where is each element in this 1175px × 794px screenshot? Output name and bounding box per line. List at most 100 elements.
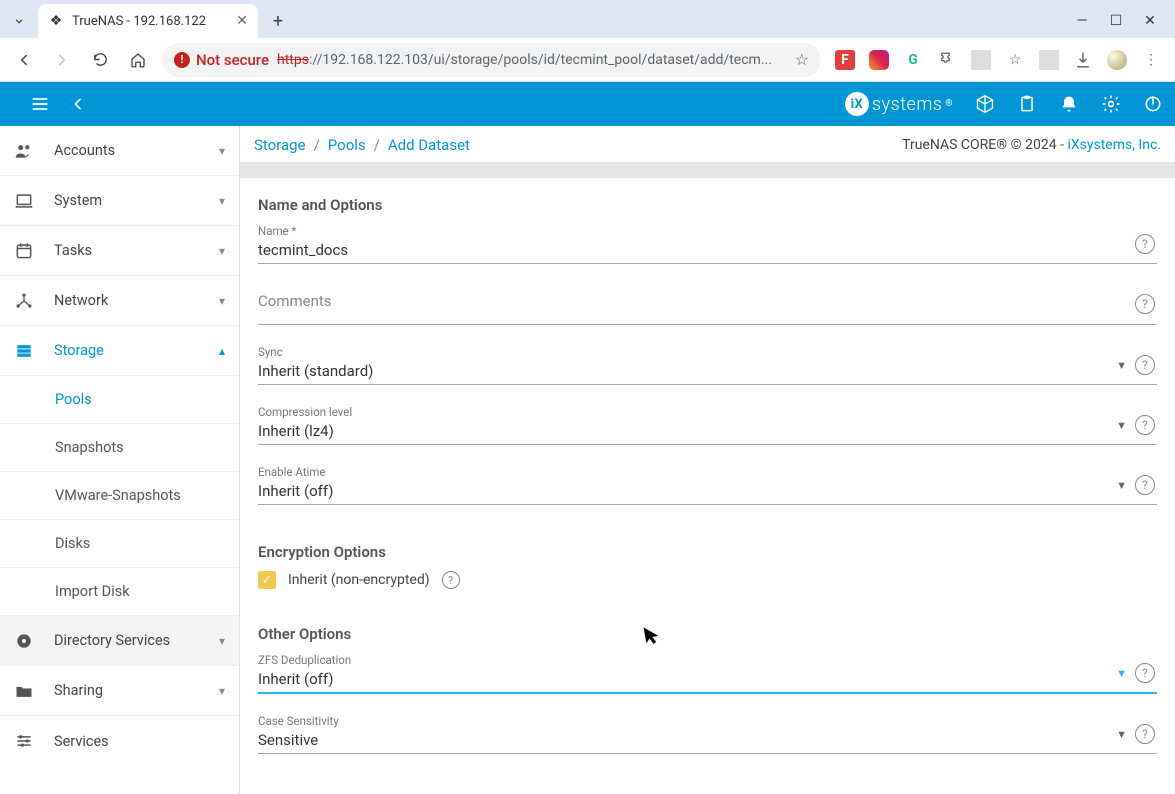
- cube-icon: [975, 94, 995, 114]
- ixsystems-logo[interactable]: iX systems®: [845, 92, 953, 116]
- field-label: Enable Atime: [258, 465, 1127, 479]
- settings-button[interactable]: [1101, 94, 1121, 114]
- help-icon[interactable]: ?: [1135, 294, 1155, 314]
- dedup-field[interactable]: ZFS Deduplication Inherit (off) ▼ ?: [258, 653, 1157, 694]
- clipboard-icon: [1017, 94, 1037, 114]
- laptop-icon: [14, 191, 36, 211]
- help-icon[interactable]: ?: [1135, 234, 1155, 254]
- comments-field[interactable]: Comments ?: [258, 284, 1157, 325]
- extensions-button[interactable]: [937, 50, 957, 70]
- address-bar[interactable]: ! Not secure https://192.168.122.103/ui/…: [162, 43, 821, 77]
- chevron-up-icon: ▴: [219, 344, 225, 358]
- browser-menu-button[interactable]: ⋮: [1141, 50, 1161, 70]
- sidebar-item-label: Network: [54, 292, 201, 309]
- atime-field[interactable]: Enable Atime Inherit (off) ▼ ?: [258, 465, 1157, 505]
- bell-icon: [1059, 94, 1079, 114]
- compression-field[interactable]: Compression level Inherit (lz4) ▼ ?: [258, 405, 1157, 445]
- profile-avatar[interactable]: [1107, 50, 1127, 70]
- power-button[interactable]: [1143, 94, 1163, 114]
- forward-button[interactable]: [48, 46, 76, 74]
- tab-search-dropdown[interactable]: [6, 8, 32, 34]
- sidebar-item-tasks[interactable]: Tasks ▾: [0, 226, 239, 276]
- help-icon[interactable]: ?: [1135, 355, 1155, 375]
- chevron-left-icon: [70, 96, 86, 112]
- checkbox-label: Inherit (non-encrypted): [288, 572, 430, 588]
- breadcrumb-pools[interactable]: Pools: [328, 136, 366, 154]
- reload-button[interactable]: [86, 46, 114, 74]
- bookmarks-list-button[interactable]: ☆: [1005, 50, 1025, 70]
- new-tab-button[interactable]: +: [264, 7, 292, 35]
- sidebar-sub-import-disk[interactable]: Import Disk: [0, 568, 239, 616]
- network-icon: [14, 291, 36, 311]
- help-icon[interactable]: ?: [1135, 415, 1155, 435]
- flipboard-extension-icon[interactable]: F: [835, 50, 855, 70]
- chevron-down-icon: ▾: [219, 634, 225, 648]
- home-button[interactable]: [124, 46, 152, 74]
- name-input[interactable]: tecmint_docs: [258, 238, 1127, 263]
- sidebar-sub-disks[interactable]: Disks: [0, 520, 239, 568]
- sidebar-item-network[interactable]: Network ▾: [0, 276, 239, 326]
- dedup-select[interactable]: Inherit (off): [258, 667, 1127, 692]
- help-icon[interactable]: ?: [442, 571, 460, 589]
- help-icon[interactable]: ?: [1135, 724, 1155, 744]
- nav-back-button[interactable]: [70, 96, 86, 112]
- compression-select[interactable]: Inherit (lz4): [258, 419, 1127, 444]
- sidebar-item-directory-services[interactable]: Directory Services ▾: [0, 616, 239, 666]
- sidebar-item-label: Storage: [54, 342, 201, 359]
- form-area: Name and Options Name * tecmint_docs ? C…: [240, 178, 1175, 794]
- case-select[interactable]: Sensitive: [258, 728, 1127, 753]
- grammarly-extension-icon[interactable]: G: [903, 50, 923, 70]
- breadcrumb: Storage / Pools / Add Dataset TrueNAS CO…: [240, 126, 1175, 162]
- ixsystems-link[interactable]: iXsystems, Inc.: [1067, 137, 1161, 153]
- name-field[interactable]: Name * tecmint_docs ?: [258, 224, 1157, 264]
- atime-select[interactable]: Inherit (off): [258, 479, 1127, 504]
- chevron-down-icon: ▾: [219, 244, 225, 258]
- sidebar-sub-vmware-snapshots[interactable]: VMware-Snapshots: [0, 472, 239, 520]
- logo-badge-icon: iX: [845, 92, 869, 116]
- help-icon[interactable]: ?: [1135, 475, 1155, 495]
- menu-toggle-button[interactable]: [30, 94, 50, 114]
- sync-select[interactable]: Inherit (standard): [258, 359, 1127, 384]
- window-close-button[interactable]: ✕: [1141, 13, 1159, 29]
- alerts-button[interactable]: [1059, 94, 1079, 114]
- folder-share-icon: [14, 681, 36, 701]
- tab-close-button[interactable]: ✕: [236, 13, 248, 29]
- sidebar-item-label: Directory Services: [54, 632, 201, 649]
- inherit-encryption-checkbox[interactable]: ✓: [258, 571, 276, 589]
- case-sensitivity-field[interactable]: Case Sensitivity Sensitive ▼ ?: [258, 714, 1157, 754]
- sync-field[interactable]: Sync Inherit (standard) ▼ ?: [258, 345, 1157, 385]
- inherit-encryption-row: ✓ Inherit (non-encrypted) ?: [258, 571, 1157, 589]
- instagram-extension-icon[interactable]: [869, 50, 889, 70]
- bookmark-button[interactable]: ☆: [795, 50, 809, 69]
- tab-strip: ❖ TrueNAS - 192.168.122 ✕ + — ☐ ✕: [0, 0, 1175, 38]
- sidebar-sub-pools[interactable]: Pools: [0, 376, 239, 424]
- truecommand-button[interactable]: [975, 94, 995, 114]
- sidebar-item-storage[interactable]: Storage ▴: [0, 326, 239, 376]
- security-indicator[interactable]: ! Not secure: [174, 51, 269, 69]
- sidebar-item-sharing[interactable]: Sharing ▾: [0, 666, 239, 716]
- field-label: Case Sensitivity: [258, 714, 1127, 728]
- calendar-icon: [14, 241, 36, 261]
- reload-icon: [92, 51, 109, 68]
- help-icon[interactable]: ?: [1135, 663, 1155, 683]
- browser-chrome: ❖ TrueNAS - 192.168.122 ✕ + — ☐ ✕ ! Not …: [0, 0, 1175, 82]
- sidebar-item-services[interactable]: Services: [0, 716, 239, 766]
- gear-icon: [1101, 94, 1121, 114]
- section-title-name-options: Name and Options: [258, 196, 1157, 214]
- sidebar-sub-snapshots[interactable]: Snapshots: [0, 424, 239, 472]
- sidebar-item-system[interactable]: System ▾: [0, 176, 239, 226]
- sidebar-item-label: Services: [54, 733, 225, 750]
- window-minimize-button[interactable]: —: [1073, 13, 1091, 29]
- back-button[interactable]: [10, 46, 38, 74]
- window-controls: — ☐ ✕: [1073, 13, 1169, 29]
- breadcrumb-storage[interactable]: Storage: [254, 136, 306, 154]
- app-body: Accounts ▾ System ▾ Tasks ▾ Network ▾ St…: [0, 126, 1175, 794]
- breadcrumb-add-dataset[interactable]: Add Dataset: [388, 136, 470, 154]
- sidebar: Accounts ▾ System ▾ Tasks ▾ Network ▾ St…: [0, 126, 240, 794]
- sidebar-item-accounts[interactable]: Accounts ▾: [0, 126, 239, 176]
- downloads-button[interactable]: [1073, 50, 1093, 70]
- tasks-button[interactable]: [1017, 94, 1037, 114]
- field-label: Compression level: [258, 405, 1127, 419]
- window-maximize-button[interactable]: ☐: [1107, 13, 1125, 29]
- browser-tab[interactable]: ❖ TrueNAS - 192.168.122 ✕: [38, 4, 258, 38]
